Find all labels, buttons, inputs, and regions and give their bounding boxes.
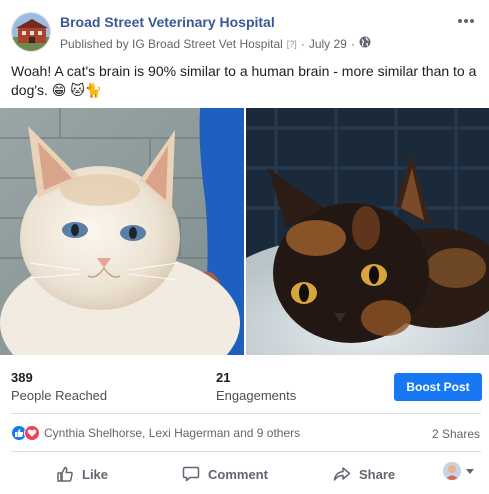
shares-count[interactable]: 2 Shares — [432, 427, 480, 441]
viewer-avatar — [443, 462, 461, 480]
globe-icon[interactable] — [359, 36, 371, 51]
people-reached-count: 389 — [11, 370, 33, 385]
boost-post-button[interactable]: Boost Post — [394, 373, 482, 401]
share-label: Share — [359, 466, 396, 482]
like-button[interactable]: Like — [56, 460, 108, 488]
chevron-down-icon — [466, 462, 474, 480]
divider — [11, 413, 481, 414]
post-card: Broad Street Veterinary Hospital Publish… — [0, 0, 489, 494]
thumbs-up-icon — [56, 465, 74, 483]
more-options-icon[interactable] — [457, 13, 475, 23]
post-text: Woah! A cat's brain is 90% similar to a … — [11, 63, 477, 98]
published-by-text: Published by IG Broad Street Vet Hospita… — [60, 36, 283, 51]
tortoiseshell-cat-photo[interactable] — [246, 108, 489, 355]
comment-icon — [182, 465, 200, 483]
engagements-count: 21 — [216, 370, 231, 385]
post-date-link[interactable]: July 29 — [309, 37, 347, 51]
share-icon — [333, 465, 351, 483]
share-button[interactable]: Share — [333, 460, 395, 488]
comment-button[interactable]: Comment — [182, 460, 268, 488]
page-avatar[interactable] — [11, 12, 51, 52]
post-meta: Published by IG Broad Street Vet Hospita… — [60, 36, 371, 51]
comment-label: Comment — [208, 466, 268, 482]
reaction-names[interactable]: Cynthia Shelhorse, Lexi Hagerman and 9 o… — [44, 426, 300, 440]
white-cat-photo[interactable] — [0, 108, 244, 355]
engagements-label: Engagements — [216, 388, 297, 403]
reactions-summary[interactable]: Cynthia Shelhorse, Lexi Hagerman and 9 o… — [11, 425, 300, 441]
help-mark[interactable]: [?] — [287, 39, 297, 49]
page-name-link[interactable]: Broad Street Veterinary Hospital — [60, 14, 275, 30]
like-label: Like — [82, 466, 109, 482]
reaction-icons — [11, 425, 40, 441]
divider — [11, 451, 481, 452]
love-reaction-icon — [24, 425, 40, 441]
people-reached-label: People Reached — [11, 388, 108, 403]
post-as-selector[interactable] — [443, 462, 474, 480]
meta-separator-2: · — [350, 36, 355, 51]
meta-separator: · — [300, 36, 305, 51]
